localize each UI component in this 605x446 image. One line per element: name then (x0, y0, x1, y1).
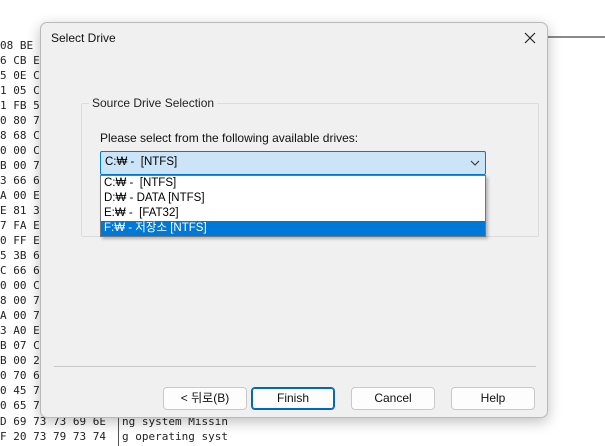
drive-option-f[interactable]: F:₩ - 저장소 [NTFS] (101, 221, 485, 236)
background-rule (545, 36, 605, 38)
groupbox-title: Source Drive Selection (89, 96, 218, 110)
hex-line: C 66 6 (0, 264, 40, 277)
hex-line: B 07 C (0, 339, 40, 352)
hex-line: 5 3B 6 (0, 249, 40, 262)
hex-line: 1 05 C (0, 84, 40, 97)
combobox-value: C:₩ - [NTFS] (105, 156, 178, 168)
hex-line: 0 FF E (0, 234, 40, 247)
drive-option-e[interactable]: E:₩ - [FAT32] (101, 206, 485, 221)
hex-line: B 00 7 (0, 159, 40, 172)
hex-line: B 00 2 (0, 354, 40, 367)
close-icon (524, 32, 536, 44)
hex-line: A 00 E (0, 189, 40, 202)
close-button[interactable] (519, 27, 541, 49)
hex-line: 0 65 7 (0, 399, 40, 412)
drive-option-c[interactable]: C:₩ - [NTFS] (101, 176, 485, 191)
back-button[interactable]: < 뒤로(B) (163, 387, 247, 410)
finish-button[interactable]: Finish (251, 387, 335, 410)
dialog-title: Select Drive (51, 31, 116, 45)
hex-line: 7 FA E (0, 219, 40, 232)
dialog-titlebar[interactable]: Select Drive (41, 23, 547, 53)
hex-line: 8 00 7 (0, 294, 40, 307)
drive-prompt: Please select from the following availab… (100, 131, 359, 145)
cancel-button[interactable]: Cancel (351, 387, 435, 410)
hex-line: 0 45 7 (0, 384, 40, 397)
hex-line: 0 00 C (0, 279, 40, 292)
hex-line: A 00 7 (0, 309, 40, 322)
drive-dropdown-list: C:₩ - [NTFS] D:₩ - DATA [NTFS] E:₩ - [FA… (100, 175, 486, 237)
hex-line: 6 CB E (0, 54, 40, 67)
hex-line: 0 80 7 (0, 114, 40, 127)
hex-line: F 20 73 79 73 74 (0, 430, 106, 443)
button-divider (54, 366, 536, 367)
hex-line: 0 00 C (0, 144, 40, 157)
hex-line: 3 66 6 (0, 174, 40, 187)
hex-line: 5 0E C (0, 69, 40, 82)
ascii-line: g operating syst (122, 430, 228, 443)
drive-option-d[interactable]: D:₩ - DATA [NTFS] (101, 191, 485, 206)
chevron-down-icon (470, 160, 480, 166)
hex-line: E 81 3 (0, 204, 40, 217)
hex-line: 1 FB 5 (0, 99, 40, 112)
hex-line: 8 68 C (0, 129, 40, 142)
help-button[interactable]: Help (451, 387, 535, 410)
select-drive-dialog: Select Drive Source Drive Selection Plea… (40, 22, 548, 418)
hex-line: 0 70 6 (0, 369, 40, 382)
drive-combobox[interactable]: C:₩ - [NTFS] (100, 151, 486, 175)
hex-line: 3 A0 E (0, 324, 40, 337)
